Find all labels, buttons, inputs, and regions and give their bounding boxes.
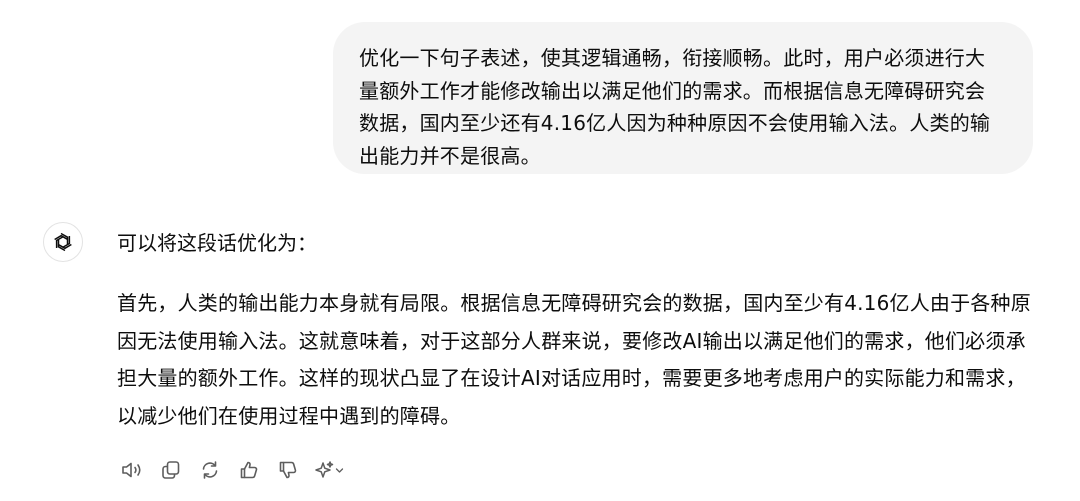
regenerate-icon — [202, 461, 218, 479]
assistant-intro-text: 可以将这段话优化为： — [117, 231, 317, 255]
chat-page: 优化一下句子表述，使其逻辑通畅，衔接顺畅。此时，用户必须进行大量额外工作才能修改… — [0, 0, 1080, 501]
sparkle-model-icon — [315, 461, 344, 478]
switch-model-button[interactable] — [312, 455, 346, 485]
copy-button[interactable] — [156, 455, 186, 485]
message-action-bar — [117, 455, 346, 485]
thumbs-down-icon — [279, 461, 297, 479]
bad-response-button[interactable] — [273, 455, 303, 485]
openai-logo-icon — [43, 222, 83, 262]
read-aloud-button[interactable] — [117, 455, 147, 485]
user-message-bubble: 优化一下句子表述，使其逻辑通畅，衔接顺畅。此时，用户必须进行大量额外工作才能修改… — [333, 22, 1033, 174]
copy-icon — [162, 461, 180, 479]
good-response-button[interactable] — [234, 455, 264, 485]
speaker-icon — [122, 462, 141, 478]
thumbs-up-icon — [240, 461, 258, 479]
user-message-text: 优化一下句子表述，使其逻辑通畅，衔接顺畅。此时，用户必须进行大量额外工作才能修改… — [359, 46, 991, 168]
assistant-response-text: 首先，人类的输出能力本身就有局限。根据信息无障碍研究会的数据，国内至少有4.16… — [117, 291, 1031, 428]
regenerate-button[interactable] — [195, 455, 225, 485]
